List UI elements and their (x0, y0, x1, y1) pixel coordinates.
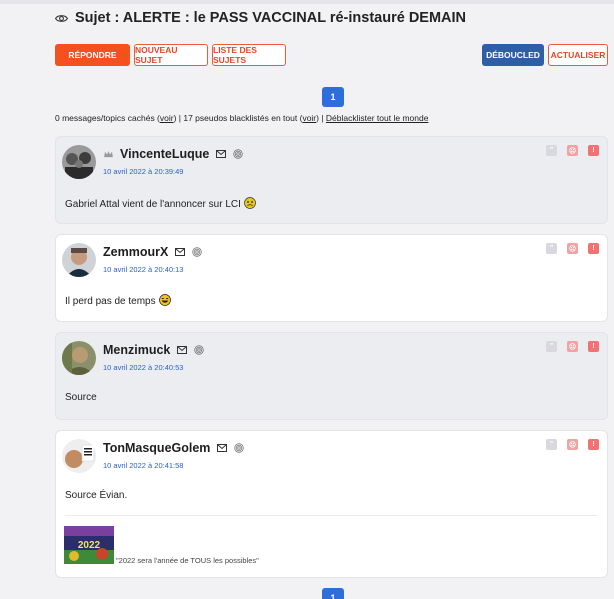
message-date[interactable]: 10 avril 2022 à 20:41:58 (103, 461, 183, 470)
report-icon[interactable]: ! (588, 145, 599, 156)
message-post: Menzimuck 10 avril 2022 à 20:40:53 " ☹ !… (56, 333, 607, 419)
unblacklist-all-link[interactable]: Déblacklister tout le monde (326, 113, 429, 123)
fingerprint-icon[interactable] (232, 149, 243, 160)
mail-icon[interactable] (174, 247, 185, 258)
message-text: Gabriel Attal vient de l'annoncer sur LC… (65, 199, 241, 210)
info-text: ) | 17 pseudos blacklistés en tout ( (173, 113, 303, 123)
info-text: ) | (316, 113, 326, 123)
report-icon[interactable]: ! (588, 439, 599, 450)
message-post: ZemmourX 10 avril 2022 à 20:40:13 " ☹ ! … (56, 235, 607, 321)
author-name[interactable]: ZemmourX (103, 245, 168, 259)
message-actions: " ☹ ! (546, 341, 599, 352)
mail-icon[interactable] (215, 149, 226, 160)
avatar[interactable] (62, 439, 96, 473)
author-name[interactable]: TonMasqueGolem (103, 441, 210, 455)
pagination-current-top[interactable]: 1 (322, 87, 344, 107)
author-line: TonMasqueGolem (103, 441, 244, 455)
avatar[interactable] (62, 145, 96, 179)
eye-icon[interactable] (55, 11, 69, 25)
info-text: 0 messages/topics cachés ( (55, 113, 160, 123)
message-post: VincenteLuque 10 avril 2022 à 20:39:49 "… (56, 137, 607, 223)
reply-button[interactable]: RÉPONDRE (55, 44, 130, 66)
blacklisted-pseudos-link[interactable]: voir (302, 113, 316, 123)
message-text[interactable]: Source (65, 392, 97, 403)
refresh-button[interactable]: ACTUALISER (548, 44, 608, 66)
message-post: TonMasqueGolem 10 avril 2022 à 20:41:58 … (56, 431, 607, 577)
message-date[interactable]: 10 avril 2022 à 20:40:53 (103, 363, 183, 372)
message-text: Il perd pas de temps (65, 296, 156, 307)
author-line: VincenteLuque (103, 147, 243, 161)
ignore-user-icon[interactable]: ☹ (567, 341, 578, 352)
quote-icon[interactable]: " (546, 439, 557, 450)
author-name[interactable]: VincenteLuque (120, 147, 209, 161)
topic-list-button[interactable]: LISTE DES SUJETS (212, 44, 286, 66)
fingerprint-icon[interactable] (191, 247, 202, 258)
message-actions: " ☹ ! (546, 145, 599, 156)
signature-image[interactable]: 2022 (64, 526, 114, 564)
message-date[interactable]: 10 avril 2022 à 20:40:13 (103, 265, 183, 274)
message-body: Source (65, 392, 97, 403)
mail-icon[interactable] (216, 443, 227, 454)
ignore-user-icon[interactable]: ☹ (567, 243, 578, 254)
message-body: Source Évian. (65, 490, 127, 501)
fingerprint-icon[interactable] (193, 345, 204, 356)
pagination-current-bottom[interactable]: 1 (322, 588, 344, 599)
quote-icon[interactable]: " (546, 341, 557, 352)
report-icon[interactable]: ! (588, 243, 599, 254)
topic-header: Sujet : ALERTE : le PASS VACCINAL ré-ins… (55, 10, 466, 26)
message-body: Gabriel Attal vient de l'annoncer sur LC… (65, 197, 256, 212)
signature-caption: "2022 sera l'année de TOUS les possibles… (116, 556, 259, 565)
mail-icon[interactable] (176, 345, 187, 356)
message-actions: " ☹ ! (546, 439, 599, 450)
report-icon[interactable]: ! (588, 341, 599, 352)
message-text: Source Évian. (65, 490, 128, 501)
signature-separator (65, 515, 598, 516)
laughing-smiley-icon (158, 294, 171, 309)
sick-smiley-icon (244, 197, 256, 212)
avatar[interactable] (62, 243, 96, 277)
new-topic-button[interactable]: NOUVEAU SUJET (134, 44, 208, 66)
author-line: ZemmourX (103, 245, 202, 259)
crown-icon (103, 149, 114, 160)
svg-text:2022: 2022 (78, 540, 101, 551)
top-strip (0, 0, 614, 4)
page-title: Sujet : ALERTE : le PASS VACCINAL ré-ins… (75, 10, 467, 26)
fingerprint-icon[interactable] (233, 443, 244, 454)
quote-icon[interactable]: " (546, 243, 557, 254)
ignore-user-icon[interactable]: ☹ (567, 145, 578, 156)
message-date[interactable]: 10 avril 2022 à 20:39:49 (103, 167, 183, 176)
hidden-messages-link[interactable]: voir (160, 113, 174, 123)
message-actions: " ☹ ! (546, 243, 599, 254)
message-body: Il perd pas de temps (65, 294, 171, 309)
quote-icon[interactable]: " (546, 145, 557, 156)
author-line: Menzimuck (103, 343, 204, 357)
blacklist-info: 0 messages/topics cachés (voir) | 17 pse… (55, 113, 428, 123)
debouncled-button[interactable]: DÉBOUCLED (482, 44, 544, 66)
ignore-user-icon[interactable]: ☹ (567, 439, 578, 450)
author-name[interactable]: Menzimuck (103, 343, 170, 357)
avatar[interactable] (62, 341, 96, 375)
